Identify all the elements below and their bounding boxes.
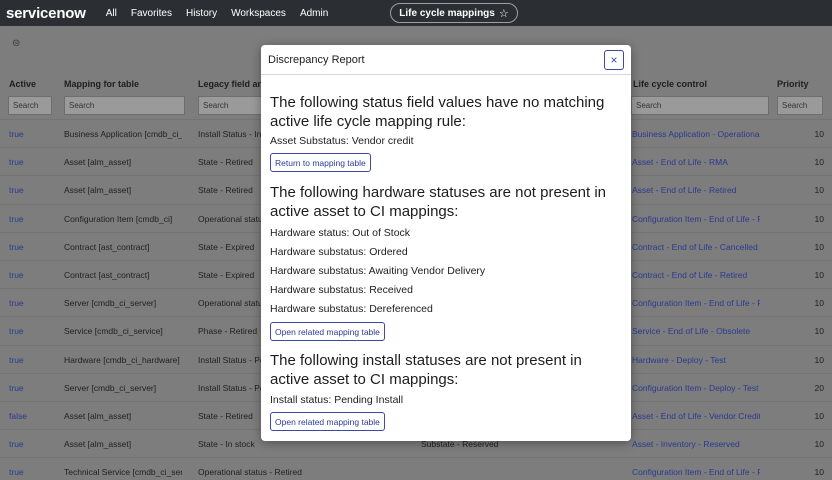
col-lifecycle[interactable]: Life cycle control	[633, 79, 707, 89]
search-legacy[interactable]: Search	[198, 96, 262, 115]
cell-priority: 10	[814, 129, 824, 139]
cell-active[interactable]: true	[9, 355, 49, 365]
cell-mapping: Asset [alm_asset]	[64, 439, 132, 450]
modal-header: Discrepancy Report ×	[261, 45, 631, 75]
col-active[interactable]: Active	[9, 79, 36, 89]
cell-mapping: Technical Service [cmdb_ci_serv	[64, 467, 182, 478]
cell-lifecycle[interactable]: Hardware - Deploy - Test	[632, 355, 760, 365]
section1-item: Asset Substatus: Vendor credit	[270, 135, 414, 147]
list-settings-icon[interactable]: ⊜	[12, 38, 20, 49]
col-mapping[interactable]: Mapping for table	[64, 79, 139, 89]
top-nav: servicenow All Favorites History Workspa…	[0, 0, 832, 26]
cell-active[interactable]: true	[9, 326, 49, 336]
cell-mapping: Hardware [cmdb_ci_hardware]	[64, 354, 180, 365]
section2-item: Hardware status: Out of Stock	[270, 227, 411, 239]
cell-lifecycle[interactable]: Configuration Item - Deploy - Test	[632, 383, 760, 393]
star-icon[interactable]: ☆	[499, 7, 509, 20]
cell-lifecycle[interactable]: Configuration Item - End of Life - F	[632, 214, 760, 224]
col-priority[interactable]: Priority	[777, 79, 809, 89]
nav-workspaces[interactable]: Workspaces	[231, 8, 286, 19]
open-related-mapping-table-button[interactable]: Open related mapping table	[270, 412, 385, 431]
cell-priority: 10	[814, 326, 824, 337]
cell-active[interactable]: true	[9, 383, 49, 393]
section2-item: Hardware substatus: Dereferenced	[270, 303, 433, 315]
cell-mapping: Contract [ast_contract]	[64, 241, 150, 252]
cell-mapping: Business Application [cmdb_ci_l	[64, 129, 182, 139]
cell-active[interactable]: true	[9, 242, 49, 252]
section2-item: Hardware substatus: Received	[270, 284, 413, 296]
cell-active[interactable]: true	[9, 129, 49, 139]
cell-priority: 10	[814, 157, 824, 168]
col-legacy[interactable]: Legacy field and	[198, 79, 269, 89]
cell-lifecycle[interactable]: Asset - End of Life - Vendor Credit	[632, 411, 760, 421]
discrepancy-report-modal: Discrepancy Report × The following statu…	[261, 45, 631, 441]
cell-lifecycle[interactable]: Contract - End of Life - Retired	[632, 270, 760, 280]
cell-lifecycle[interactable]: Configuration Item - End of Life - F	[632, 467, 760, 477]
cell-lifecycle[interactable]: Asset - End of Life - Retired	[632, 185, 760, 195]
cell-mapping: Server [cmdb_ci_server]	[64, 298, 157, 309]
cell-priority: 10	[814, 411, 824, 421]
cell-active[interactable]: true	[9, 270, 49, 280]
section2-item: Hardware substatus: Awaiting Vendor Deli…	[270, 265, 486, 277]
nav-admin[interactable]: Admin	[300, 8, 328, 19]
nav-favorites[interactable]: Favorites	[131, 8, 172, 19]
cell-priority: 10	[814, 298, 824, 309]
cell-priority: 20	[814, 382, 824, 393]
cell-mapping: Asset [alm_asset]	[64, 185, 132, 196]
cell-lifecycle[interactable]: Service - End of Life - Obsolete	[632, 326, 760, 336]
cell-mapping: Configuration Item [cmdb_ci]	[64, 213, 173, 224]
cell-mapping: Asset [alm_asset]	[64, 411, 132, 421]
search-mapping[interactable]: Search	[64, 96, 185, 115]
section1-heading: The following status field values have n…	[270, 94, 605, 130]
modal-title: Discrepancy Report	[268, 54, 365, 66]
section2-heading: The following hardware statuses are not …	[270, 184, 607, 220]
cell-active[interactable]: true	[9, 439, 49, 449]
cell-priority: 10	[814, 213, 824, 224]
cell-priority: 10	[814, 241, 824, 252]
context-pill-label: Life cycle mappings	[399, 7, 495, 19]
nav-all[interactable]: All	[106, 8, 117, 19]
close-button[interactable]: ×	[604, 50, 624, 70]
search-priority[interactable]: Search	[777, 96, 823, 115]
section2-item: Hardware substatus: Ordered	[270, 246, 408, 258]
cell-mapping: Contract [ast_contract]	[64, 270, 150, 280]
cell-priority: 10	[814, 439, 824, 450]
cell-lifecycle[interactable]: Configuration Item - End of Life - F	[632, 298, 760, 308]
search-active[interactable]: Search	[8, 96, 52, 115]
cell-lifecycle[interactable]: Asset - End of Life - RMA	[632, 157, 760, 167]
cell-priority: 10	[814, 467, 824, 478]
table-row[interactable]: true Technical Service [cmdb_ci_serv Opera…	[0, 457, 832, 480]
return-to-mapping-table-button[interactable]: Return to mapping table	[270, 153, 371, 172]
cell-priority: 10	[814, 354, 824, 365]
context-pill[interactable]: Life cycle mappings ☆	[390, 3, 518, 23]
cell-legacy: Operational status - Retired	[198, 467, 302, 478]
cell-active[interactable]: false	[9, 411, 49, 421]
cell-active[interactable]: true	[9, 298, 49, 308]
cell-lifecycle[interactable]: Asset - Inventory - Reserved	[632, 439, 760, 449]
cell-active[interactable]: true	[9, 185, 49, 195]
cell-active[interactable]: true	[9, 467, 49, 477]
open-related-mapping-table-button[interactable]: Open related mapping table	[270, 322, 385, 341]
cell-priority: 10	[814, 185, 824, 196]
cell-lifecycle[interactable]: Contract - End of Life - Cancelled	[632, 242, 760, 252]
cell-active[interactable]: true	[9, 157, 49, 167]
section3-heading: The following install statuses are not p…	[270, 352, 582, 388]
section3-item: Install status: Pending Install	[270, 394, 404, 406]
cell-lifecycle[interactable]: Business Application - Operationa	[632, 129, 760, 139]
cell-mapping: Asset [alm_asset]	[64, 157, 132, 168]
cell-mapping: Server [cmdb_ci_server]	[64, 382, 157, 393]
cell-priority: 10	[814, 270, 824, 280]
cell-mapping: Service [cmdb_ci_service]	[64, 326, 163, 337]
search-lifecycle[interactable]: Search	[631, 96, 769, 115]
logo[interactable]: servicenow	[6, 5, 86, 22]
cell-active[interactable]: true	[9, 214, 49, 224]
nav-history[interactable]: History	[186, 8, 217, 19]
